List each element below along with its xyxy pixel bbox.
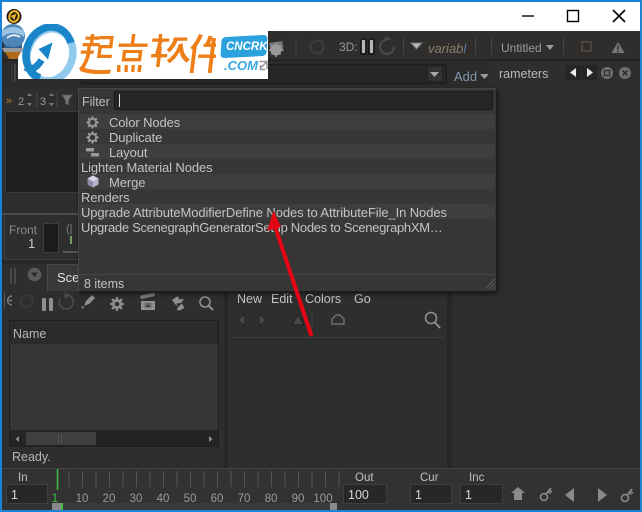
svg-text:3: 3 [40,96,46,108]
svg-text:2: 2 [18,96,24,108]
svg-text:3D:: 3D: [339,40,358,54]
svg-text:»: » [6,95,12,107]
